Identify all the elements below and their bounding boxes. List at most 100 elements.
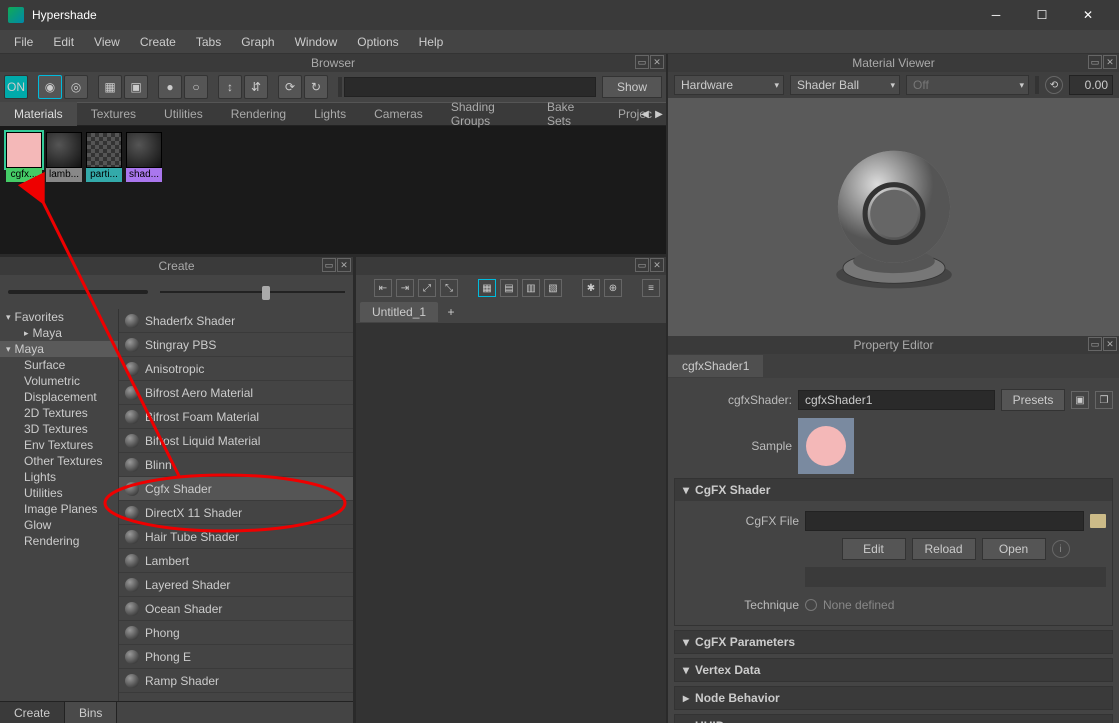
shader-item[interactable]: Bifrost Foam Material [119,405,353,429]
open-button[interactable]: Open [982,538,1046,560]
tree-item[interactable]: Other Textures [0,453,118,469]
panel-close-icon[interactable]: ✕ [1103,55,1117,69]
menu-tabs[interactable]: Tabs [186,30,231,54]
panel-undock-icon[interactable]: ▭ [635,55,649,69]
panel-close-icon[interactable]: ✕ [337,258,351,272]
swatch-particle[interactable]: parti... [86,132,122,182]
tree-item[interactable]: ▾Maya [0,341,118,357]
shader-item[interactable]: Layered Shader [119,573,353,597]
exposure-value[interactable]: 0.00 [1069,75,1113,95]
shader-item[interactable]: Bifrost Liquid Material [119,429,353,453]
info-icon[interactable]: i [1052,540,1070,558]
menu-edit[interactable]: Edit [43,30,84,54]
tree-item[interactable]: 2D Textures [0,405,118,421]
sample-swatch[interactable] [798,418,854,474]
tree-item[interactable]: ▸Maya [0,325,118,341]
graph-out-icon[interactable]: ⇥ [396,279,414,297]
edit-button[interactable]: Edit [842,538,906,560]
tab-utilities[interactable]: Utilities [150,102,217,126]
panel-close-icon[interactable]: ✕ [650,258,664,272]
panel-close-icon[interactable]: ✕ [650,55,664,69]
section-cgfx-shader[interactable]: ▾CgFX Shader [675,479,1112,501]
shader-item[interactable]: Cgfx Shader [119,477,353,501]
tab-materials[interactable]: Materials [0,102,77,126]
tree-item[interactable]: Rendering [0,533,118,549]
presets-button[interactable]: Presets [1001,389,1065,411]
tree-item[interactable]: Lights [0,469,118,485]
swatch-thumb[interactable] [46,132,82,168]
swatch-thumb[interactable] [126,132,162,168]
add-node-icon[interactable]: ✱ [582,279,600,297]
tab-shading-groups[interactable]: Shading Groups [437,102,533,126]
panel-close-icon[interactable]: ✕ [1103,337,1117,351]
shader-item[interactable]: Phong [119,621,353,645]
close-button[interactable]: ✕ [1065,0,1111,30]
tab-lights[interactable]: Lights [300,102,360,126]
graph-down-icon[interactable]: ⤡ [440,279,458,297]
sphere-light-icon[interactable]: ○ [184,75,208,99]
swatch-thumb[interactable] [86,132,122,168]
menu-window[interactable]: Window [285,30,348,54]
panel-undock-icon[interactable]: ▭ [635,258,649,272]
list-icon[interactable]: ≡ [642,279,660,297]
property-tab[interactable]: cgfxShader1 [668,355,763,377]
tab-textures[interactable]: Textures [77,102,150,126]
tree-item[interactable]: Image Planes [0,501,118,517]
browse-folder-icon[interactable] [1090,514,1106,528]
sphere-dark-icon[interactable]: ● [158,75,182,99]
swatch-lambert[interactable]: lamb... [46,132,82,182]
tab-rendering[interactable]: Rendering [217,102,300,126]
tree-item[interactable]: Volumetric [0,373,118,389]
tree-item[interactable]: Utilities [0,485,118,501]
layout-3-icon[interactable]: ▥ [522,279,540,297]
tab-bins[interactable]: Bins [65,702,117,723]
menu-create[interactable]: Create [130,30,186,54]
section-uuid[interactable]: ▸UUID [675,715,1112,723]
geometry-dropdown[interactable]: Shader Ball [790,75,900,95]
show-button[interactable]: Show [602,76,662,98]
menu-view[interactable]: View [84,30,130,54]
view-mode-2-icon[interactable]: ◎ [64,75,88,99]
section-cgfx-parameters[interactable]: ▾CgFX Parameters [675,631,1112,653]
grid-large-icon[interactable]: ▣ [124,75,148,99]
shader-item[interactable]: Hair Tube Shader [119,525,353,549]
shader-item[interactable]: Stingray PBS [119,333,353,357]
size-slider[interactable] [160,284,345,300]
swatch-cgfx[interactable]: cgfx... [6,132,42,182]
size-bar[interactable] [8,290,148,294]
menu-options[interactable]: Options [347,30,408,54]
minimize-button[interactable]: ─ [973,0,1019,30]
maximize-button[interactable]: ☐ [1019,0,1065,30]
shader-item[interactable]: Anisotropic [119,357,353,381]
panel-undock-icon[interactable]: ▭ [1088,337,1102,351]
technique-radio[interactable] [805,599,817,611]
graph-tab[interactable]: Untitled_1 [360,302,438,322]
node-graph-area[interactable] [356,323,666,723]
menu-graph[interactable]: Graph [231,30,284,54]
shader-item[interactable]: Blinn [119,453,353,477]
copy-tab-icon[interactable]: ❐ [1095,391,1113,409]
reload-button[interactable]: Reload [912,538,976,560]
tab-scroll-left-icon[interactable]: ◀ [638,104,652,124]
tree-item[interactable]: Glow [0,517,118,533]
cgfx-file-input[interactable] [805,511,1084,531]
tab-bake-sets[interactable]: Bake Sets [533,102,604,126]
section-node-behavior[interactable]: ▸Node Behavior [675,687,1112,709]
tab-cameras[interactable]: Cameras [360,102,437,126]
layout-1-icon[interactable]: ▦ [478,279,496,297]
swatch-shader[interactable]: shad... [126,132,162,182]
tree-item[interactable]: 3D Textures [0,421,118,437]
search-input[interactable] [344,77,596,97]
environment-dropdown[interactable]: Off [906,75,1029,95]
panel-undock-icon[interactable]: ▭ [322,258,336,272]
shader-item[interactable]: Ramp Shader [119,669,353,693]
shader-item[interactable]: DirectX 11 Shader [119,501,353,525]
view-mode-1-icon[interactable]: ◉ [38,75,62,99]
slider-knob-icon[interactable] [262,286,270,300]
node-name-input[interactable]: cgfxShader1 [798,390,995,410]
cycle-icon[interactable]: ↻ [304,75,328,99]
menu-file[interactable]: File [4,30,43,54]
layout-4-icon[interactable]: ▧ [544,279,562,297]
shader-item[interactable]: Bifrost Aero Material [119,381,353,405]
show-hide-icon[interactable]: ▣ [1071,391,1089,409]
